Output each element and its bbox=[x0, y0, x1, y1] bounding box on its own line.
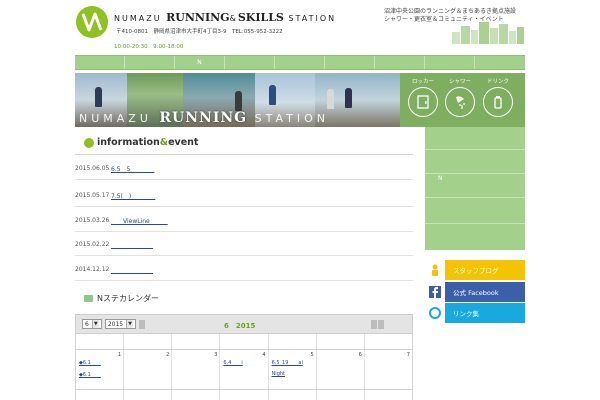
opening-hours: 10:00-20:30 9:00-18:00 bbox=[114, 44, 184, 50]
calendar-day: 1 ◆6.1 ◆6.1 bbox=[76, 350, 125, 389]
locker-icon bbox=[417, 95, 429, 109]
calendar-event-link[interactable]: ◆6.1 bbox=[79, 371, 101, 378]
calendar-event-link[interactable]: 6.5_19 al bbox=[272, 359, 303, 366]
amenity-shower: シャワー bbox=[441, 77, 479, 117]
facebook-banner[interactable]: 公式 Facebook bbox=[425, 282, 525, 302]
month-select[interactable]: 6 ▼ bbox=[82, 319, 102, 329]
nav-item-9[interactable] bbox=[475, 56, 525, 69]
amenity-drink: ドリンク bbox=[479, 77, 517, 117]
info-heading: information & event bbox=[84, 137, 198, 148]
side-menu-item[interactable]: N bbox=[438, 175, 443, 182]
calendar-icon bbox=[84, 295, 93, 302]
news-item: 2015.02.22 bbox=[75, 233, 413, 256]
news-link[interactable]: ViewLine bbox=[111, 216, 168, 225]
weekday-header bbox=[75, 334, 413, 350]
calendar-event-link[interactable]: Night bbox=[272, 371, 285, 377]
news-link[interactable]: 7.5( ) bbox=[111, 191, 155, 200]
news-item: 2015.06.05 6.5 5 bbox=[75, 157, 413, 180]
calendar-day: 6 bbox=[317, 350, 365, 389]
calendar-event-link[interactable]: ◆6.1 bbox=[79, 359, 101, 366]
calendar-week bbox=[75, 390, 413, 400]
calendar-day: 2 bbox=[124, 350, 173, 389]
facebook-icon bbox=[425, 282, 445, 302]
prev-month-button[interactable] bbox=[371, 320, 377, 329]
nav-item-5[interactable] bbox=[275, 56, 325, 69]
divider bbox=[75, 154, 413, 155]
staff-blog-banner[interactable]: スタッフブログ bbox=[425, 260, 525, 280]
calendar-heading: Nステカレンダー bbox=[84, 293, 159, 304]
address-line: 〒410-0801 静岡県沼津市大手町4丁目3-9 TEL:055-952-32… bbox=[116, 29, 283, 35]
year-select[interactable]: 2015 ▼ bbox=[104, 319, 137, 329]
calendar-toolbar: 6 ▼ 2015 ▼ 6 2015 bbox=[75, 314, 413, 334]
logo-mini-icon bbox=[84, 137, 94, 148]
shower-icon bbox=[456, 96, 465, 109]
drink-icon bbox=[494, 96, 502, 109]
links-banner[interactable]: リンク集 bbox=[425, 303, 525, 323]
news-item: 2015.03.26 ViewLine bbox=[75, 209, 413, 232]
calendar-go-button[interactable] bbox=[139, 319, 146, 329]
calendar-month-title: 6 2015 bbox=[224, 322, 256, 330]
nav-item-8[interactable] bbox=[425, 56, 475, 69]
news-link[interactable] bbox=[111, 265, 153, 274]
nav-item-3[interactable]: N bbox=[175, 56, 225, 69]
main-nav: N bbox=[75, 55, 525, 70]
hero-banner: NUMAZU RUNNING STATION ロッカー シャワー ドリンク bbox=[75, 73, 525, 127]
calendar-day: 3 bbox=[172, 350, 221, 389]
skyline-illustration bbox=[452, 22, 524, 44]
news-item: 2015.05.17 7.5( ) bbox=[75, 184, 413, 207]
news-link[interactable] bbox=[111, 240, 153, 249]
nav-item-2[interactable] bbox=[125, 56, 175, 69]
nav-item-1[interactable] bbox=[75, 56, 125, 69]
brand-name: NUMAZU RUNNING&SKILLS STATION bbox=[114, 11, 337, 24]
calendar-event-link[interactable]: 6.4 i bbox=[223, 359, 242, 366]
nav-item-4[interactable] bbox=[225, 56, 275, 69]
nav-item-6[interactable] bbox=[325, 56, 375, 69]
nav-item-7[interactable] bbox=[375, 56, 425, 69]
site-logo[interactable] bbox=[76, 6, 108, 38]
news-item: 2014.12.12 bbox=[75, 258, 413, 281]
person-icon bbox=[425, 260, 445, 280]
news-link[interactable]: 6.5 5 bbox=[111, 164, 154, 173]
calendar-day: 5 6.5_19 al Night bbox=[269, 350, 317, 389]
calendar-week: 1 ◆6.1 ◆6.1 2 3 4 6.4 i 5 6.5_19 al Nigh… bbox=[75, 350, 413, 390]
hero-photo-collage: NUMAZU RUNNING STATION bbox=[75, 73, 400, 127]
next-month-button[interactable] bbox=[378, 320, 384, 329]
calendar-day: 7 bbox=[406, 352, 410, 358]
chevron-down-icon: ▼ bbox=[91, 320, 99, 328]
side-menu: N bbox=[425, 127, 525, 250]
hero-title: NUMAZU RUNNING STATION bbox=[79, 110, 330, 126]
ring-icon bbox=[425, 303, 445, 323]
amenity-locker: ロッカー bbox=[404, 77, 442, 117]
calendar-day: 4 6.4 i bbox=[220, 350, 269, 389]
chevron-down-icon: ▼ bbox=[126, 320, 134, 328]
